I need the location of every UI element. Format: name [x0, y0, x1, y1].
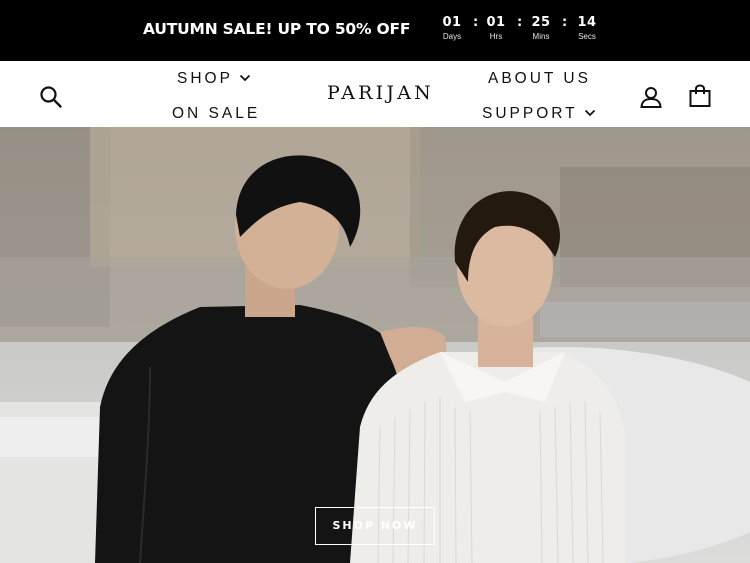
countdown-hours-label: Hrs	[489, 32, 503, 41]
countdown-minutes-label: Mins	[532, 32, 550, 41]
countdown-separator: :	[473, 15, 479, 30]
nav-on-sale[interactable]: ON SALE	[172, 105, 260, 123]
countdown-hours: 01 Hrs	[479, 15, 513, 43]
cart-icon[interactable]	[688, 84, 712, 108]
announcement-bar: AUTUMN SALE! UP TO 50% OFF 01 Days : 01 …	[0, 0, 750, 61]
countdown-minutes-value: 25	[531, 15, 551, 30]
countdown-seconds: 14 Secs	[570, 15, 604, 43]
countdown-days-value: 01	[442, 15, 462, 30]
countdown-hours-value: 01	[486, 15, 506, 30]
countdown-separator: :	[517, 15, 523, 30]
site-header: SHOP ON SALE PARIJAN ABOUT US SUPPORT	[0, 61, 750, 127]
countdown-separator: :	[562, 15, 568, 30]
nav-support-label: SUPPORT	[482, 105, 578, 122]
hero-banner: SHOP NOW	[0, 127, 750, 563]
sale-banner-text: AUTUMN SALE! UP TO 50% OFF	[143, 20, 411, 38]
hero-photo	[0, 127, 750, 563]
nav-shop-label: SHOP	[177, 70, 233, 87]
countdown-seconds-value: 14	[577, 15, 597, 30]
countdown-days-label: Days	[442, 32, 462, 41]
countdown-timer: 01 Days : 01 Hrs : 25 Mins : 14 Secs	[435, 15, 607, 47]
countdown-minutes: 25 Mins	[524, 15, 558, 43]
account-icon[interactable]	[639, 85, 663, 109]
search-icon[interactable]	[39, 85, 63, 109]
countdown-days: 01 Days	[435, 15, 469, 43]
nav-about-us[interactable]: ABOUT US	[488, 70, 591, 88]
brand-logo[interactable]: PARIJAN	[327, 82, 434, 104]
countdown-seconds-label: Secs	[578, 32, 596, 41]
nav-support[interactable]: SUPPORT	[482, 105, 596, 123]
shop-now-button[interactable]: SHOP NOW	[315, 507, 435, 545]
chevron-down-icon	[584, 106, 596, 118]
nav-shop[interactable]: SHOP	[177, 70, 251, 88]
chevron-down-icon	[239, 71, 251, 83]
